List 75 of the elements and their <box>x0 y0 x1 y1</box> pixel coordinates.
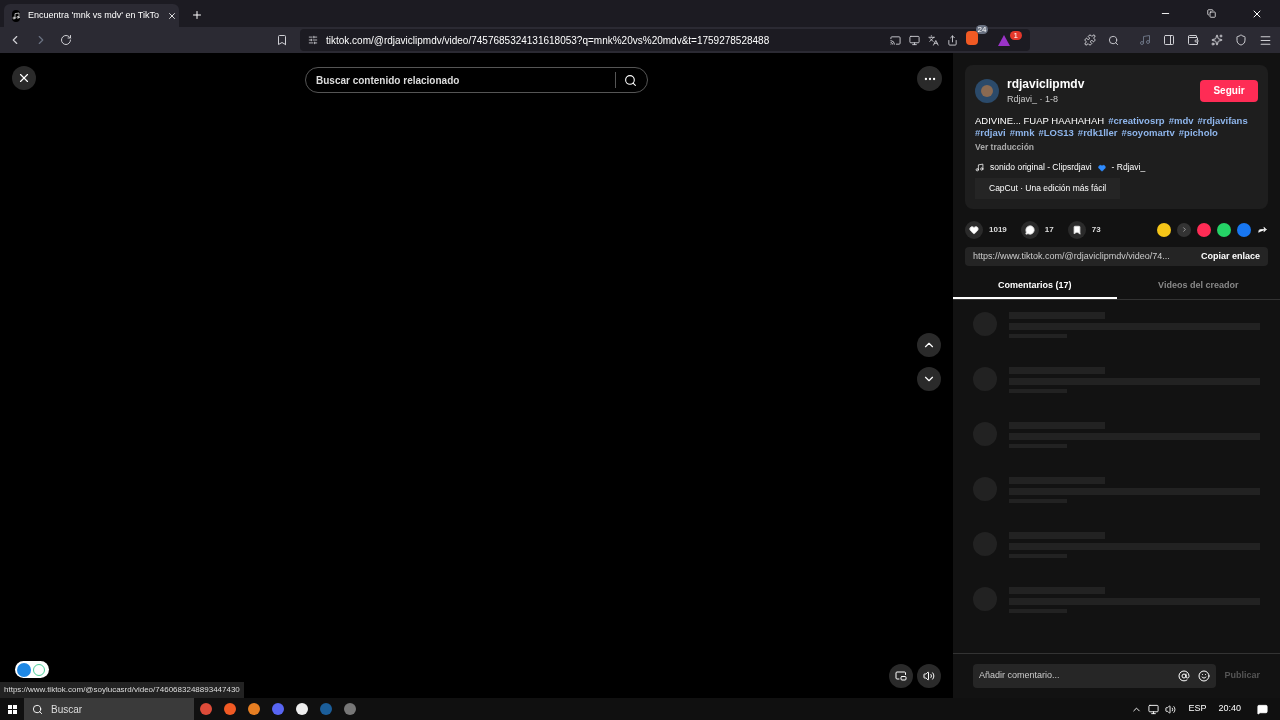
search-input[interactable]: Buscar contenido relacionado <box>316 72 607 88</box>
search-placeholder: Buscar <box>51 702 83 717</box>
site-settings-icon[interactable] <box>308 35 318 45</box>
clock[interactable]: 20:40 <box>1218 702 1241 716</box>
sound-name[interactable]: sonido original - Clipsrdjavi <box>990 161 1092 174</box>
volume-icon <box>923 670 935 682</box>
share-arrow-icon[interactable] <box>1257 224 1268 236</box>
comment-input[interactable]: Añadir comentario... <box>979 669 1171 683</box>
search-icon[interactable] <box>624 73 637 87</box>
hashtag-link[interactable]: #picholo <box>1178 126 1218 139</box>
emoji-icon[interactable] <box>1198 670 1211 682</box>
volume-button[interactable] <box>917 664 941 688</box>
comment-field[interactable]: Añadir comentario... <box>973 664 1217 688</box>
close-icon <box>17 71 31 85</box>
hashtag-link[interactable]: #rdjavi <box>975 126 1006 139</box>
hashtag-link[interactable]: #rdk1ller <box>1077 126 1118 139</box>
translate-link[interactable]: Ver traducción <box>975 140 1258 154</box>
taskbar-search[interactable]: Buscar <box>24 698 194 720</box>
language-indicator[interactable]: ESP <box>1188 702 1207 716</box>
tab-title: Encuentra 'mnk vs mdv' en TikTo <box>28 8 159 22</box>
extension-widget[interactable] <box>15 661 49 678</box>
follow-button[interactable]: Seguir <box>1200 79 1258 102</box>
panel-tab[interactable]: Comentarios (17) <box>953 273 1117 299</box>
heart-icon <box>1097 163 1106 172</box>
hashtag-link[interactable]: #creativosrp <box>1108 114 1165 127</box>
screen-icon[interactable] <box>908 34 920 46</box>
like-icon[interactable] <box>965 220 983 239</box>
close-icon[interactable] <box>167 10 177 21</box>
save-count: 73 <box>1091 223 1101 236</box>
music-icon[interactable] <box>1139 34 1151 46</box>
hashtag-link[interactable]: #rdjavifans <box>1197 114 1248 127</box>
hashtag-link[interactable]: #mdv <box>1168 114 1194 127</box>
search-icon <box>32 703 43 715</box>
menu-icon[interactable] <box>1259 33 1272 47</box>
reload-icon[interactable] <box>60 34 72 46</box>
caption-text: ADIVINE... FUAP HAAHAHAH <box>975 114 1105 127</box>
network-icon[interactable] <box>1148 703 1160 715</box>
sidebar-icon[interactable] <box>1163 34 1175 46</box>
sound-author[interactable]: - Rdjavi_ <box>1111 161 1146 174</box>
post-meta: Rdjavi_ · 1-8 <box>1007 93 1060 106</box>
vpn-shield-icon[interactable] <box>1235 34 1247 46</box>
share-icon[interactable] <box>946 34 958 46</box>
rewards-count: 1 <box>1009 30 1022 40</box>
panel-tab[interactable]: Videos del creador <box>1116 273 1280 299</box>
hashtag-link[interactable]: #soyomartv <box>1121 126 1175 139</box>
extensions-icon[interactable] <box>1084 34 1096 46</box>
hashtag-link[interactable]: #LOS13 <box>1038 126 1074 139</box>
comment-icon[interactable] <box>1020 220 1039 239</box>
new-tab-icon[interactable] <box>191 9 203 21</box>
avatar-icon <box>975 78 999 103</box>
previous-video-button[interactable] <box>917 333 941 357</box>
copy-link-button[interactable]: Copiar enlace <box>1192 249 1268 263</box>
bookmark-icon[interactable] <box>1067 220 1086 239</box>
embed-icon[interactable] <box>1177 222 1191 237</box>
translate-icon[interactable] <box>927 34 939 46</box>
mention-icon[interactable] <box>1178 670 1191 682</box>
url-text: tiktok.com/@rdjaviclipmdv/video/7457685324131618053?q=mnk%20vs%20mdv&t=1759278528488 <box>326 33 771 48</box>
notification-icon[interactable] <box>1257 703 1268 715</box>
wallet-icon[interactable] <box>1187 34 1199 46</box>
close-button[interactable] <box>12 66 36 90</box>
comment-count: 17 <box>1044 223 1054 236</box>
picture-in-picture-icon <box>895 670 907 682</box>
username[interactable]: rdjaviclipmdv <box>1007 75 1192 93</box>
capcut-link[interactable]: CapCut · Una edición más fácil <box>975 178 1121 199</box>
volume-icon[interactable] <box>1165 703 1177 715</box>
bookmark-icon[interactable] <box>276 34 288 46</box>
hashtag-link[interactable]: #mnk <box>1009 126 1035 139</box>
music-note-icon <box>975 163 984 173</box>
next-video-button[interactable] <box>917 367 941 391</box>
picture-in-picture-button[interactable] <box>889 664 913 688</box>
like-count: 1019 <box>989 223 1007 236</box>
sparkle-icon[interactable] <box>1211 34 1223 46</box>
browser-tab[interactable]: Encuentra 'mnk vs mdv' en TikTo <box>4 4 179 27</box>
video-url: https://www.tiktok.com/@rdjaviclipmdv/video/74... <box>972 249 1171 263</box>
shield-count: 24 <box>975 25 989 34</box>
